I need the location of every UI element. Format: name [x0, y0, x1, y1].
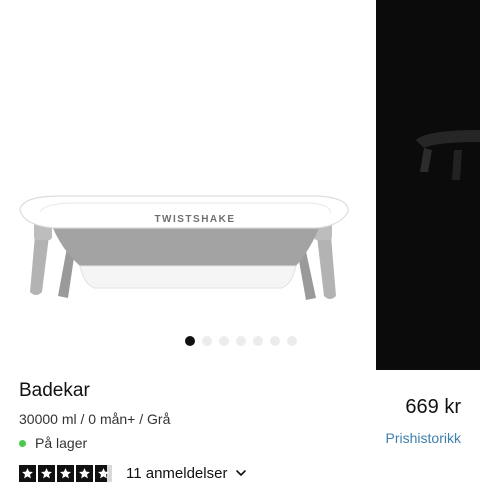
product-image-current[interactable]: TWISTSHAKE [0, 0, 376, 370]
gallery-dot[interactable] [185, 336, 195, 346]
gallery-dot[interactable] [202, 336, 212, 346]
chevron-down-icon[interactable] [235, 467, 247, 479]
product-title: Badekar [19, 380, 90, 401]
gallery-dot[interactable] [236, 336, 246, 346]
gallery-dot[interactable] [253, 336, 263, 346]
bathtub-image: TWISTSHAKE [19, 195, 349, 300]
gallery-dot[interactable] [270, 336, 280, 346]
star-icon [76, 464, 93, 482]
product-image-next-preview[interactable] [376, 0, 480, 370]
brand-logo-print: TWISTSHAKE [154, 214, 235, 225]
gallery-dot[interactable] [287, 336, 297, 346]
product-price: 669 kr [405, 396, 461, 418]
star-icon [57, 464, 74, 482]
star-icon [95, 464, 112, 482]
star-icon [38, 464, 55, 482]
next-image-preview [416, 130, 480, 180]
product-variant: 30000 ml / 0 mån+ / Grå [19, 411, 171, 427]
review-count: 11 anmeldelser [126, 464, 228, 482]
stock-status-label: På lager [35, 435, 88, 451]
price-history-link[interactable]: Prishistorikk [386, 430, 461, 446]
star-icon [19, 464, 36, 482]
product-info: Badekar 30000 ml / 0 mån+ / Grå På lager… [0, 370, 480, 483]
green-dot-icon [19, 439, 26, 447]
gallery-pagination [185, 336, 297, 346]
stock-status: På lager [19, 434, 87, 452]
product-image-gallery[interactable]: TWISTSHAKE [0, 0, 480, 370]
rating-summary[interactable]: 11 anmeldelser [19, 463, 247, 483]
gallery-dot[interactable] [219, 336, 229, 346]
